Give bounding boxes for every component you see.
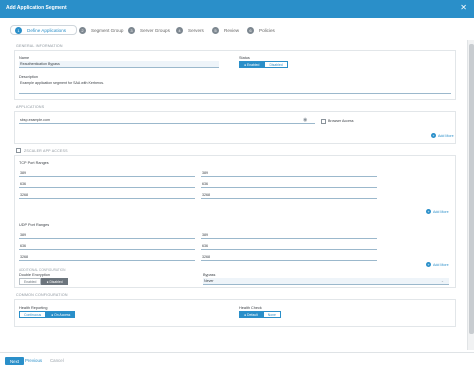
double-encryption-disabled-button[interactable]: ● Disabled — [41, 278, 68, 285]
window-title: Add Application Segment — [6, 5, 67, 11]
udp-port-to[interactable]: 3268 — [201, 254, 377, 261]
health-on-access-button[interactable]: ● On Access — [46, 311, 76, 318]
step-number: 4 — [176, 26, 183, 34]
health-continuous-button[interactable]: Continuous — [19, 311, 47, 318]
previous-button[interactable]: Previous — [25, 358, 42, 363]
udp-port-to[interactable]: 389 — [201, 232, 377, 239]
status-disabled-button[interactable]: Disabled — [264, 61, 288, 68]
udp-port-to[interactable]: 636 — [201, 243, 377, 250]
step-number: 1 — [15, 26, 22, 34]
applications-add-more-button[interactable]: + Add More — [431, 133, 454, 138]
udp-port-from[interactable]: 3268 — [19, 254, 195, 261]
cancel-button[interactable]: Cancel — [50, 358, 64, 363]
step-label: Segment Group — [91, 27, 124, 33]
additional-config-title: ADDITIONAL CONFIGURATION — [19, 268, 66, 272]
step-label: Policies — [259, 27, 275, 33]
wizard-steps: 1 Define Applications 2 Segment Group 3 … — [0, 22, 474, 38]
step-label: Review — [224, 27, 240, 33]
bypass-select[interactable]: Never ⌄ — [203, 278, 449, 285]
tcp-port-from[interactable]: 636 — [19, 181, 195, 188]
health-reporting-label: Health Reporting — [19, 306, 48, 310]
health-check-none-button[interactable]: None — [262, 311, 281, 318]
applications-card: sbsp.example.com ◉ Browser Access + Add M… — [14, 111, 456, 144]
scrollbar-thumb[interactable] — [469, 44, 474, 334]
step-label: Define Applications — [27, 27, 67, 33]
window-titlebar: Add Application Segment ✕ — [0, 0, 474, 18]
step-review[interactable]: 5 Review — [212, 25, 239, 35]
wizard-footer: Next Previous Cancel — [0, 352, 474, 368]
description-label: Description — [19, 75, 38, 79]
step-number: 3 — [128, 26, 135, 34]
step-define-applications[interactable]: 1 Define Applications — [10, 25, 78, 35]
tcp-port-to[interactable]: 389 — [201, 170, 377, 177]
bypass-label: Bypass — [203, 273, 216, 277]
step-number: 5 — [212, 26, 219, 34]
next-button[interactable]: Next — [5, 357, 25, 365]
health-reporting-toggle: Continuous ● On Access — [19, 311, 76, 318]
description-value: Example application segment for SAA with… — [20, 81, 105, 85]
tcp-port-to[interactable]: 3268 — [201, 192, 377, 199]
zscaler-card: TCP Port Ranges 389 389 636 636 3268 326… — [14, 155, 456, 288]
applications-section-title: APPLICATIONS — [16, 105, 45, 109]
description-textarea[interactable]: Example application segment for SAA with… — [19, 80, 451, 94]
status-toggle: ● Enabled Disabled — [239, 61, 288, 68]
health-check-toggle: ● Default None — [239, 311, 281, 318]
common-section-title: COMMON CONFIGURATION — [16, 293, 68, 297]
general-card: Name Reauthentication Bypass Status ● En… — [14, 50, 456, 100]
health-check-default-button[interactable]: ● Default — [239, 311, 263, 318]
tcp-port-from[interactable]: 389 — [19, 170, 195, 177]
double-encryption-label: Double Encryption — [19, 273, 51, 277]
domain-value: sbsp.example.com — [20, 118, 50, 122]
step-label: Server Groups — [140, 27, 170, 33]
status-label: Status — [239, 56, 250, 60]
name-label: Name — [19, 56, 30, 60]
udp-port-from[interactable]: 636 — [19, 243, 195, 250]
step-server-groups[interactable]: 3 Server Groups — [128, 25, 170, 35]
status-enabled-button[interactable]: ● Enabled — [239, 61, 265, 68]
step-segment-group[interactable]: 2 Segment Group — [79, 25, 123, 35]
step-number: 6 — [247, 26, 254, 34]
step-number: 2 — [79, 26, 86, 34]
plus-icon: + — [426, 262, 431, 267]
domain-input[interactable]: sbsp.example.com ◉ — [19, 117, 315, 124]
eye-icon[interactable]: ◉ — [303, 117, 307, 123]
name-value: Reauthentication Bypass — [20, 62, 60, 66]
plus-icon: + — [431, 133, 436, 138]
general-section-title: GENERAL INFORMATION — [16, 44, 63, 48]
vertical-scrollbar[interactable] — [467, 40, 474, 350]
step-policies[interactable]: 6 Policies — [247, 25, 275, 35]
browser-access-label: Browser Access — [328, 119, 354, 123]
close-icon[interactable]: ✕ — [460, 4, 467, 12]
double-encryption-enabled-button[interactable]: Enabled — [19, 278, 42, 285]
udp-add-more-button[interactable]: + Add More — [426, 262, 449, 267]
name-input[interactable]: Reauthentication Bypass — [19, 61, 219, 68]
step-servers[interactable]: 4 Servers — [176, 25, 204, 35]
health-check-label: Health Check — [239, 306, 262, 310]
tcp-port-from[interactable]: 3268 — [19, 192, 195, 199]
browser-access-checkbox[interactable] — [321, 119, 326, 124]
form-scroll-area: GENERAL INFORMATION Name Reauthenticatio… — [0, 40, 474, 350]
tcp-ports-label: TCP Port Ranges — [19, 161, 49, 165]
bypass-value: Never — [204, 279, 214, 283]
plus-icon: + — [426, 209, 431, 214]
double-encryption-toggle: Enabled ● Disabled — [19, 278, 68, 285]
zscaler-access-checkbox[interactable] — [16, 148, 21, 153]
zscaler-section-title: ZSCALER APP ACCESS — [16, 148, 68, 153]
common-card: Health Reporting Continuous ● On Access … — [14, 299, 456, 327]
udp-ports-label: UDP Port Ranges — [19, 223, 50, 227]
chevron-down-icon: ⌄ — [441, 279, 445, 283]
tcp-add-more-button[interactable]: + Add More — [426, 209, 449, 214]
udp-port-from[interactable]: 389 — [19, 232, 195, 239]
tcp-port-to[interactable]: 636 — [201, 181, 377, 188]
step-label: Servers — [188, 27, 204, 33]
